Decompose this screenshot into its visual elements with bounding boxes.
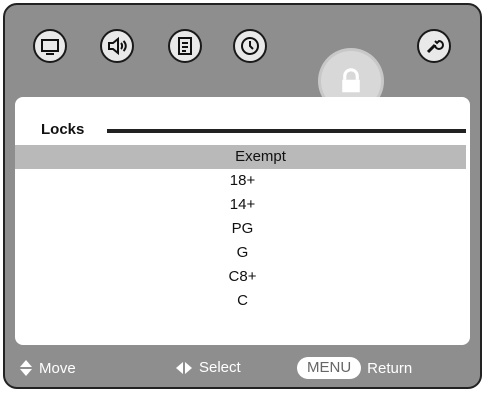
sound-icon[interactable] [100, 29, 134, 63]
locks-panel: Locks Exempt 18+ 14+ PG G C8+ C [15, 97, 470, 345]
list-item[interactable]: C [15, 289, 470, 313]
up-down-arrow-icon [20, 360, 32, 376]
rating-list: Exempt 18+ 14+ PG G C8+ C [15, 145, 470, 313]
list-item[interactable]: PG [15, 217, 470, 241]
menu-frame: Locks Exempt 18+ 14+ PG G C8+ C Move Sel… [3, 3, 482, 389]
select-hint: Select [175, 359, 241, 376]
select-label: Select [199, 359, 241, 376]
page-title: Locks [41, 121, 85, 138]
list-item[interactable]: Exempt [15, 145, 466, 169]
return-hint: MENU Return [297, 357, 412, 379]
clock-icon[interactable] [233, 29, 267, 63]
move-label: Move [39, 359, 76, 377]
document-icon[interactable] [168, 29, 202, 63]
menu-button[interactable]: MENU [297, 357, 362, 379]
wrench-icon[interactable] [417, 29, 451, 63]
list-item[interactable]: 18+ [15, 169, 470, 193]
return-label: Return [367, 359, 413, 377]
panel-header: Locks [29, 121, 470, 141]
list-item[interactable]: G [15, 241, 470, 265]
title-divider [107, 129, 466, 133]
left-right-arrow-icon [176, 361, 192, 374]
menu-icon-bar [5, 5, 480, 111]
move-hint: Move [19, 359, 76, 377]
list-item[interactable]: C8+ [15, 265, 470, 289]
footer-hints: Move Select MENU Return [5, 353, 480, 383]
tv-icon[interactable] [33, 29, 67, 63]
list-item[interactable]: 14+ [15, 193, 470, 217]
